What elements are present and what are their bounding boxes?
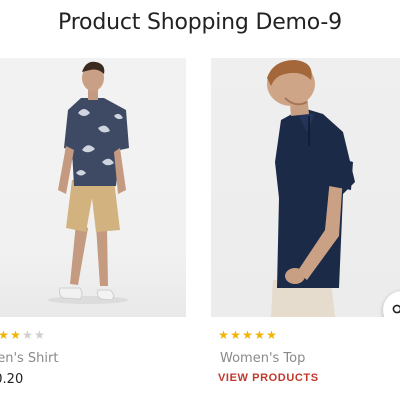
product-rating: ★★★★★ (218, 328, 278, 342)
star-icon: ★ (254, 328, 266, 342)
search-icon (392, 304, 400, 314)
woman-top-illustration (267, 60, 355, 317)
product-name[interactable]: Women's Top (220, 351, 305, 366)
product-card[interactable]: ★★★★★ Men's Shirt 10.20 (0, 58, 186, 387)
star-icon: ★ (266, 328, 278, 342)
man-shirt-illustration (48, 61, 129, 304)
product-image[interactable] (0, 58, 186, 317)
product-rating: ★★★★★ (0, 328, 46, 342)
star-icon: ★ (218, 328, 230, 342)
page-title: Product Shopping Demo-9 (58, 10, 342, 35)
star-icon: ★ (10, 328, 22, 342)
view-products-link[interactable]: VIEW PRODUCTS (218, 372, 319, 384)
star-icon: ★ (22, 328, 34, 342)
star-icon: ★ (242, 328, 254, 342)
star-icon: ★ (0, 328, 10, 342)
star-icon: ★ (34, 328, 46, 342)
product-name[interactable]: Men's Shirt (0, 351, 58, 366)
product-price: 10.20 (0, 372, 24, 387)
product-card[interactable]: ★★★★★ Women's Top VIEW PRODUCTS (211, 58, 400, 384)
product-image[interactable] (211, 58, 400, 317)
star-icon: ★ (230, 328, 242, 342)
